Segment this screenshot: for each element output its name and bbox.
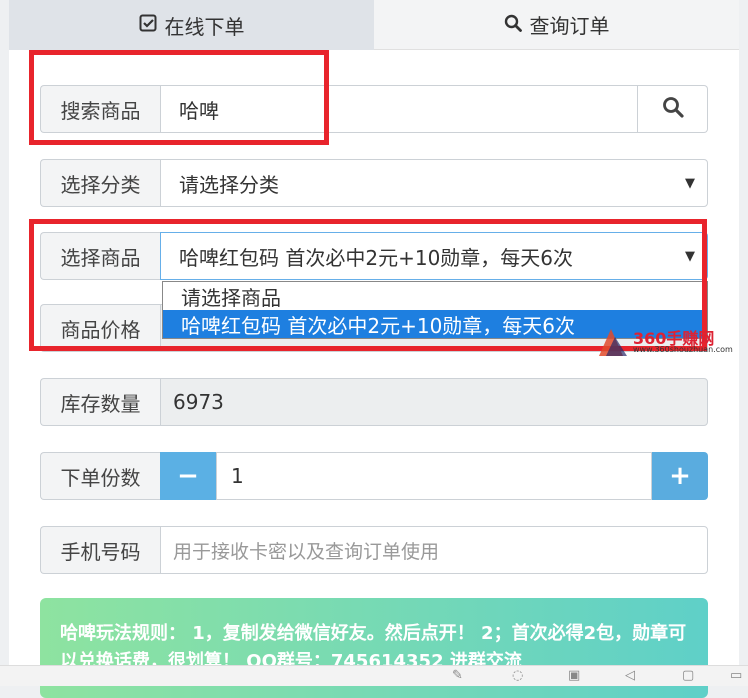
category-label: 选择分类 [40,159,160,207]
quantity-label: 下单份数 [40,452,160,500]
phone-row: 手机号码 用于接收卡密以及查询订单使用 [40,526,708,574]
watermark: 360手赚网 www.360shouzhuan.com [597,323,747,357]
stock-field: 6973 [160,378,708,426]
tab-query-order[interactable]: 查询订单 [374,0,739,50]
tab-label: 查询订单 [529,14,610,38]
tab-bar: 在线下单 查询订单 [9,0,739,50]
search-icon [504,13,530,37]
print-icon[interactable]: ▣ [568,669,584,683]
pen-icon[interactable]: ✎ [452,669,468,683]
category-row: 选择分类 请选择分类 ▼ [40,159,708,207]
volume-icon[interactable]: ◁ [625,669,641,683]
quantity-input[interactable]: 1 [216,452,652,500]
watermark-url: www.360shouzhuan.com [633,345,733,354]
category-value: 请选择分类 [179,172,279,197]
phone-label: 手机号码 [40,526,160,574]
caret-down-icon: ▼ [685,175,695,191]
annotation-box-search [29,50,329,145]
decrease-button[interactable]: − [160,452,216,500]
notification-icon[interactable]: ▭ [730,669,746,683]
search-icon [662,96,684,122]
tab-place-order[interactable]: 在线下单 [9,0,374,50]
increase-button[interactable]: + [652,452,708,500]
quantity-row: 下单份数 − 1 + [40,452,708,500]
network-icon[interactable]: ◌ [512,669,528,683]
search-button[interactable] [638,85,708,133]
system-taskbar: ✎ ◌ ▣ ◁ ▢ ▭ [0,665,748,686]
stock-label: 库存数量 [40,378,160,426]
stock-row: 库存数量 6973 [40,378,708,426]
tab-label: 在线下单 [164,14,245,39]
window-icon[interactable]: ▢ [682,669,698,683]
category-select[interactable]: 请选择分类 ▼ [160,159,708,207]
phone-input[interactable]: 用于接收卡密以及查询订单使用 [160,526,708,574]
check-square-icon [139,13,165,37]
